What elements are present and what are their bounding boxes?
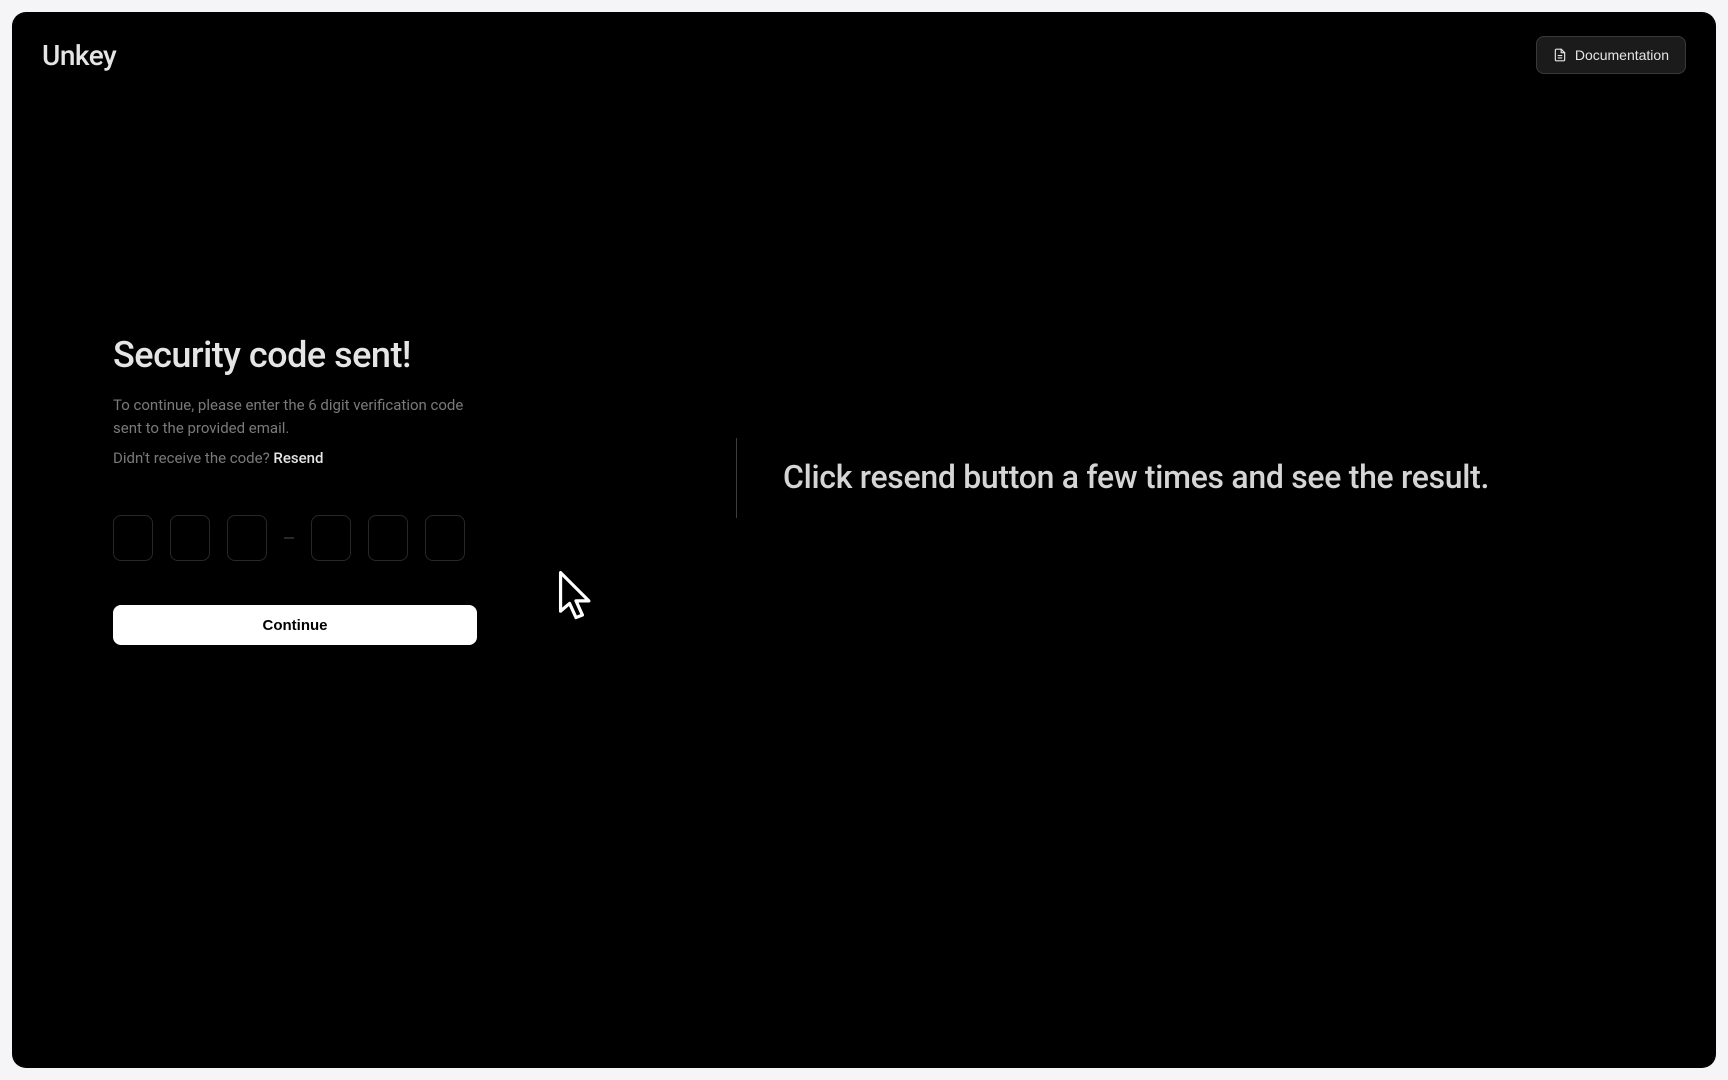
verification-description: To continue, please enter the 6 digit ve…: [113, 394, 478, 439]
documentation-label: Documentation: [1575, 47, 1669, 63]
continue-button[interactable]: Continue: [113, 605, 477, 645]
resend-prompt: Didn't receive the code?: [113, 449, 273, 467]
cursor-icon: [558, 570, 594, 618]
otp-digit-3[interactable]: [227, 515, 267, 561]
otp-digit-5[interactable]: [368, 515, 408, 561]
otp-container: [113, 515, 478, 561]
otp-digit-4[interactable]: [311, 515, 351, 561]
otp-digit-6[interactable]: [425, 515, 465, 561]
instruction-text: Click resend button a few times and see …: [783, 456, 1489, 499]
otp-digit-1[interactable]: [113, 515, 153, 561]
otp-digit-2[interactable]: [170, 515, 210, 561]
header: Unkey Documentation: [12, 12, 1716, 98]
logo: Unkey: [42, 39, 116, 72]
instruction-panel: Click resend button a few times and see …: [736, 438, 1489, 518]
document-icon: [1553, 48, 1567, 62]
page-title: Security code sent!: [113, 334, 478, 376]
documentation-button[interactable]: Documentation: [1536, 36, 1686, 74]
verification-panel: Security code sent! To continue, please …: [113, 334, 478, 645]
resend-line: Didn't receive the code? Resend: [113, 449, 478, 467]
app-window: Unkey Documentation Security code sent! …: [12, 12, 1716, 1068]
resend-link[interactable]: Resend: [273, 449, 323, 467]
otp-separator: [284, 537, 294, 539]
